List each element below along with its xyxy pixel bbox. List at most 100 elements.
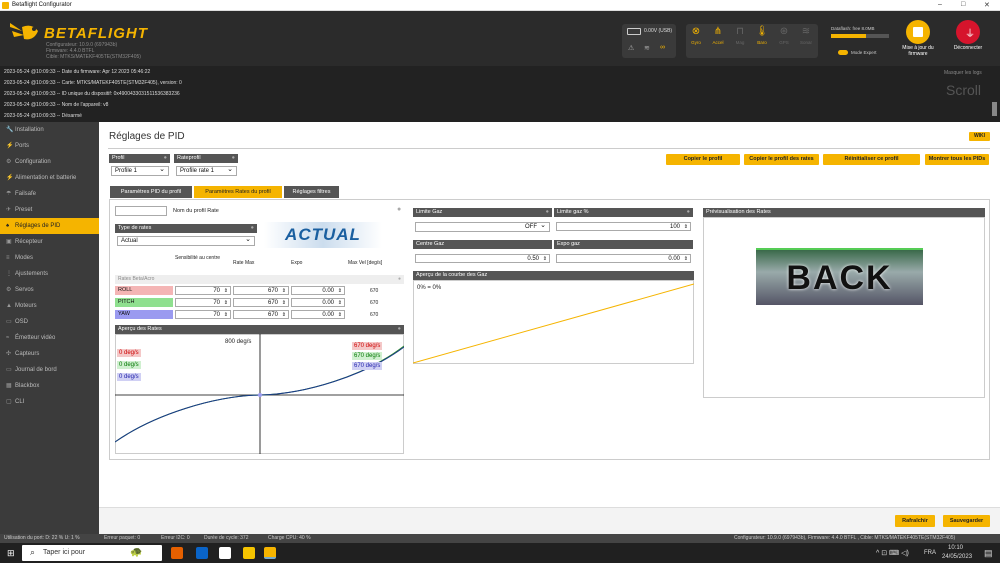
warning-icon: ⚠ <box>628 45 635 52</box>
sidebar-item-label: OSD <box>15 319 29 325</box>
maximize-button[interactable]: □ <box>961 1 965 8</box>
roll-zero-label: 0 deg/s <box>117 349 141 357</box>
help-icon[interactable]: ● <box>546 208 549 217</box>
col-expo: Expo <box>291 260 303 266</box>
tray-icons[interactable]: ^ ⊡ ⌨ ◁) <box>876 549 909 557</box>
help-icon[interactable]: ● <box>397 206 401 213</box>
gps-label: GPS <box>779 40 789 45</box>
help-icon[interactable]: ● <box>164 154 167 163</box>
rate-profile-name-input[interactable] <box>115 206 167 216</box>
throttle-mid-input[interactable]: 0.50 <box>415 254 550 263</box>
clock-time[interactable]: 10:10 <box>948 545 963 551</box>
roll-expo-input[interactable]: 0.00 <box>291 286 345 295</box>
explorer-icon[interactable] <box>243 547 255 559</box>
help-icon[interactable]: ● <box>251 224 254 233</box>
wiki-button[interactable]: WIKI <box>969 132 990 141</box>
help-icon[interactable]: ● <box>232 154 235 163</box>
clock-date[interactable]: 24/05/2023 <box>942 554 972 560</box>
rates-preview-label: Aperçu des Rates <box>118 326 162 332</box>
sidebar-item-pid-tuning[interactable]: ♠ Réglages de PID <box>0 218 99 234</box>
log-icon: ▭ <box>6 367 12 373</box>
app-icon <box>2 2 9 9</box>
roll-center-input[interactable]: 70 <box>175 286 231 295</box>
sidebar-item-logging[interactable]: ▭ Journal de bord <box>0 362 99 378</box>
pitch-expo-input[interactable]: 0.00 <box>291 298 345 307</box>
sidebar-item-power[interactable]: ⚡ Alimentation et batterie <box>0 170 99 186</box>
close-button[interactable]: ✕ <box>984 1 990 9</box>
tab-pid-settings[interactable]: Paramètres PID du profil <box>110 186 192 198</box>
terminal-icon: ▢ <box>6 399 12 405</box>
col-center-sensitivity: Sensibilité au centre <box>175 255 221 261</box>
rates-type-select[interactable]: Actual <box>117 235 255 246</box>
port-usage: Utilisation du port: D: 22 % U: 1 % <box>4 535 80 541</box>
copy-profile-button[interactable]: Copier le profil <box>666 154 740 165</box>
throttle-expo-input[interactable]: 0.00 <box>556 254 691 263</box>
sidebar-item-vtx[interactable]: ≈ Émetteur vidéo <box>0 330 99 346</box>
terminal-app-icon[interactable] <box>219 547 231 559</box>
firmware-update-button[interactable] <box>906 20 930 44</box>
sidebar-item-ports[interactable]: ⚡ Ports <box>0 138 99 154</box>
sidebar-item-label: Alimentation et batterie <box>15 175 77 181</box>
show-all-pids-button[interactable]: Montrer tous les PIDs <box>925 154 989 165</box>
profile-label: Profil <box>112 155 125 161</box>
rates-preview-3d-label: Prévisualisation des Rates <box>706 209 771 215</box>
tab-filter-settings[interactable]: Réglages filtres <box>284 186 339 198</box>
throttle-limit-select[interactable]: OFF <box>415 221 550 232</box>
throttle-limit-pct-label: Limite gaz % <box>557 209 589 215</box>
sidebar-item-preset[interactable]: ✈ Preset <box>0 202 99 218</box>
yaw-expo-input[interactable]: 0.00 <box>291 310 345 319</box>
rateprofile-select[interactable]: Profile rate 1 <box>176 165 237 176</box>
language-indicator[interactable]: FRA <box>924 550 936 556</box>
throttle-curve-label: Aperçu de la courbe des Gaz <box>416 272 488 278</box>
sidebar-item-receiver[interactable]: ▣ Récepteur <box>0 234 99 250</box>
firefox-icon[interactable] <box>171 547 183 559</box>
sidebar-item-failsafe[interactable]: ☂ Failsafe <box>0 186 99 202</box>
tab-rate-settings[interactable]: Paramètres Rates du profil <box>194 186 282 198</box>
notifications-icon[interactable]: ▤ <box>984 548 993 559</box>
packet-error: Erreur paquet: 0 <box>104 535 141 541</box>
disconnect-button[interactable]: ⏚ <box>956 20 980 44</box>
mail-icon[interactable] <box>196 547 208 559</box>
dataflash-bar <box>831 34 889 38</box>
throttle-curve-graph <box>413 283 694 364</box>
yaw-max-input[interactable]: 670 <box>233 310 289 319</box>
taskbar-search-box[interactable]: ⌕ Taper ici pour 🐢 <box>22 545 162 561</box>
usb-icon: ⏚ <box>965 29 975 40</box>
sidebar-item-installation[interactable]: 🔧 Installation <box>0 122 99 138</box>
axis-roll-label: ROLL <box>115 286 173 295</box>
hide-logs-link[interactable]: Masquer les logs <box>944 70 982 76</box>
minimize-button[interactable]: – <box>938 1 942 8</box>
refresh-button[interactable]: Rafraîchir <box>895 515 935 527</box>
sidebar-item-cli[interactable]: ▢ CLI <box>0 394 99 410</box>
throttle-expo-label: Expo gaz <box>557 241 580 247</box>
expert-toggle[interactable] <box>838 50 848 55</box>
sidebar-item-label: Journal de bord <box>15 367 57 373</box>
reset-profile-button[interactable]: Réinitialiser ce profil <box>823 154 920 165</box>
windows-start-icon[interactable]: ⊞ <box>7 548 15 559</box>
pitch-center-input[interactable]: 70 <box>175 298 231 307</box>
sidebar-item-configuration[interactable]: ⚙ Configuration <box>0 154 99 170</box>
sidebar-item-modes[interactable]: ≡ Modes <box>0 250 99 266</box>
parachute-icon: ☂ <box>6 191 12 197</box>
sidebar-item-blackbox[interactable]: ▦ Blackbox <box>0 378 99 394</box>
betaflight-taskbar-icon[interactable] <box>264 547 276 559</box>
help-icon[interactable]: ● <box>398 275 401 284</box>
profile-select[interactable]: Profile 1 <box>111 165 169 176</box>
help-icon[interactable]: ● <box>398 325 401 334</box>
sidebar-item-label: Capteurs <box>15 351 40 357</box>
copy-rate-profile-button[interactable]: Copier le profil des rates <box>744 154 819 165</box>
sidebar-item-adjustments[interactable]: ⋮ Ajustements <box>0 266 99 282</box>
sidebar-item-sensors[interactable]: ✣ Capteurs <box>0 346 99 362</box>
sidebar-item-servos[interactable]: ⚙ Servos <box>0 282 99 298</box>
yaw-center-input[interactable]: 70 <box>175 310 231 319</box>
pitch-max-input[interactable]: 670 <box>233 298 289 307</box>
sidebar-item-osd[interactable]: ▭ OSD <box>0 314 99 330</box>
save-button[interactable]: Sauvegarder <box>943 515 990 527</box>
roll-max-input[interactable]: 670 <box>233 286 289 295</box>
throttle-limit-pct-input[interactable]: 100 <box>556 222 691 231</box>
sidebar-item-label: Réglages de PID <box>15 223 61 229</box>
sidebar-item-motors[interactable]: ▲ Moteurs <box>0 298 99 314</box>
log-scrollbar[interactable] <box>992 102 997 116</box>
expert-label: Mode Expert <box>851 50 877 55</box>
help-icon[interactable]: ● <box>687 208 690 217</box>
